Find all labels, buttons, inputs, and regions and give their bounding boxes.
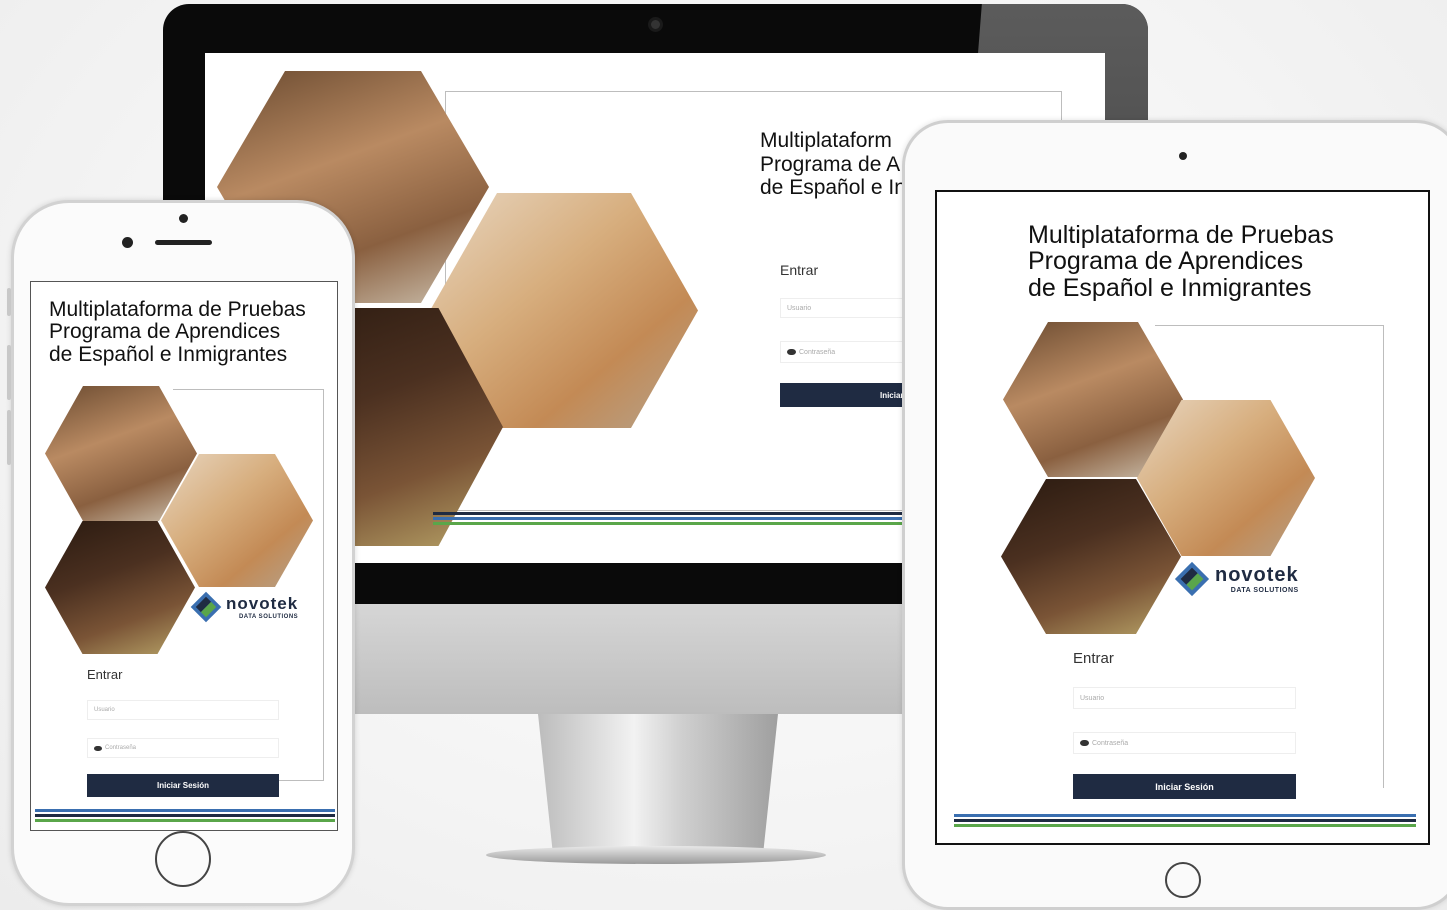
eye-icon: [787, 349, 796, 355]
page-title: Multiplataforma de Pruebas Programa de A…: [1028, 221, 1334, 302]
password-placeholder: Contraseña: [799, 348, 836, 356]
password-placeholder: Contraseña: [1092, 739, 1129, 747]
eye-icon: [1080, 740, 1089, 746]
password-field[interactable]: Contraseña: [1073, 732, 1296, 754]
login-heading: Entrar: [780, 262, 819, 278]
logo-wordmark: novotek: [226, 593, 299, 613]
phone-side-button: [7, 410, 11, 465]
password-field[interactable]: Contraseña: [87, 738, 279, 758]
novotek-logo: novotek DATA SOLUTIONS: [1173, 560, 1299, 598]
page-title: Multiplataforma de Pruebas Programa de A…: [49, 298, 306, 366]
home-button-icon: [1165, 862, 1201, 898]
logo-tagline: DATA SOLUTIONS: [1230, 586, 1299, 594]
page-title: Multiplataform Programa de A de Español …: [760, 129, 906, 200]
phone-side-button: [7, 288, 11, 316]
logo-tagline: DATA SOLUTIONS: [238, 613, 299, 620]
monitor-foot: [486, 846, 826, 864]
novotek-logo-icon: [1174, 561, 1210, 597]
password-field[interactable]: Contraseña: [780, 341, 920, 363]
phone-side-button: [7, 345, 11, 400]
login-button[interactable]: Iniciar Ses: [780, 383, 920, 407]
password-placeholder: Contraseña: [105, 745, 137, 751]
phone-camera-icon: [122, 237, 133, 248]
tablet-camera-icon: [1179, 152, 1187, 160]
login-button[interactable]: Iniciar Sesión: [87, 774, 279, 797]
username-field[interactable]: Usuario: [1073, 687, 1296, 709]
phone-speaker: [155, 240, 212, 245]
tablet-screen: Multiplataforma de Pruebas Programa de A…: [935, 190, 1430, 845]
username-field[interactable]: Usuario: [780, 298, 920, 318]
logo-wordmark: novotek: [1215, 563, 1299, 586]
monitor-stand: [538, 714, 778, 849]
login-heading: Entrar: [87, 667, 123, 682]
phone-sensor-icon: [179, 214, 188, 223]
phone-screen: Multiplataforma de Pruebas Programa de A…: [30, 281, 338, 831]
username-field[interactable]: Usuario: [87, 700, 279, 720]
footer-stripes: [35, 809, 335, 824]
footer-stripes: [954, 814, 1416, 829]
novotek-logo-icon: [190, 591, 222, 623]
webcam-icon: [648, 17, 663, 32]
login-button[interactable]: Iniciar Sesión: [1073, 774, 1296, 799]
home-button-icon: [155, 831, 211, 887]
device-mockup-stage: Multiplataform Programa de A de Español …: [0, 0, 1447, 910]
eye-icon: [94, 745, 102, 751]
content-frame: [1155, 325, 1384, 788]
novotek-logo: novotek DATA SOLUTIONS: [189, 590, 298, 624]
login-heading: Entrar: [1073, 650, 1114, 667]
